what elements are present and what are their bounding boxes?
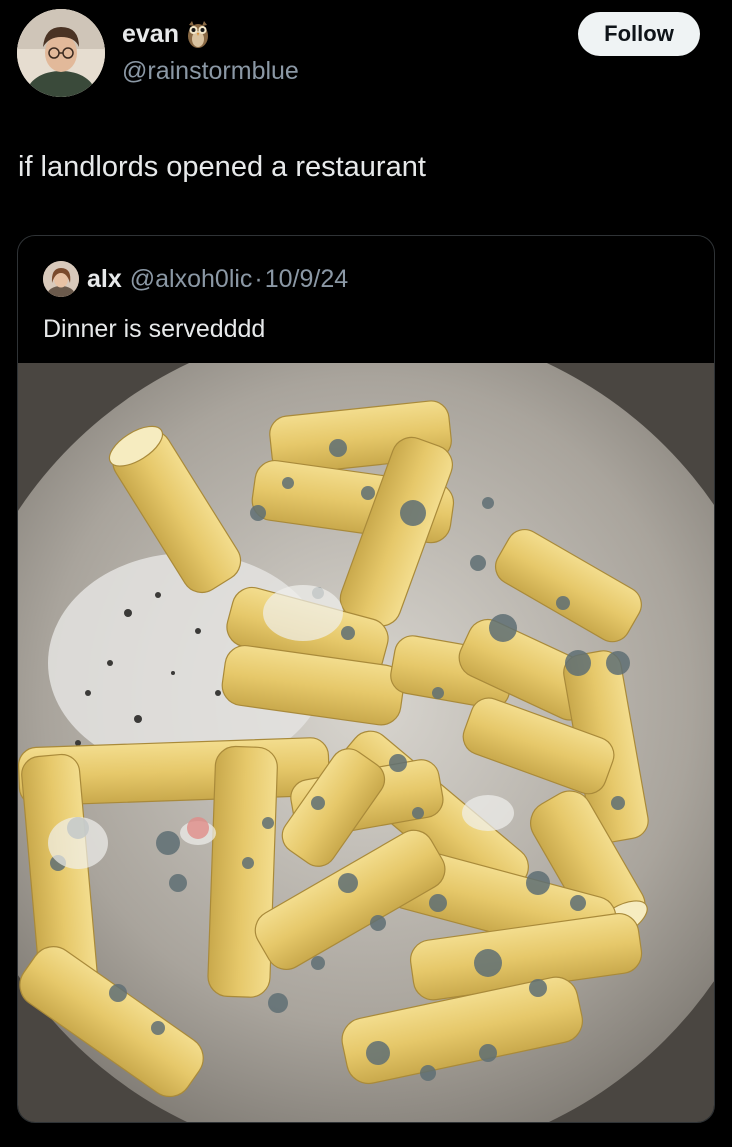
quoted-tweet-photo[interactable] xyxy=(18,363,714,1122)
owl-icon xyxy=(185,19,211,49)
separator-dot: · xyxy=(254,264,263,293)
quoted-tweet-date[interactable]: 10/9/24 xyxy=(265,265,348,294)
follow-button[interactable]: Follow xyxy=(578,12,700,56)
quoted-author-handle[interactable]: @alxoh0lic xyxy=(130,265,253,294)
tweet-text: if landlords opened a restaurant xyxy=(18,151,426,183)
author-avatar[interactable] xyxy=(17,9,105,97)
moldy-pasta-photo xyxy=(18,363,714,1122)
author-display-name[interactable]: evan xyxy=(122,19,211,49)
quoted-tweet-header: alx @alxoh0lic · 10/9/24 xyxy=(43,261,348,297)
author-handle[interactable]: @rainstormblue xyxy=(122,57,299,86)
quoted-tweet-card[interactable]: alx @alxoh0lic · 10/9/24 Dinner is servedd… xyxy=(17,235,715,1123)
author-name-text[interactable]: evan xyxy=(122,20,179,49)
quoted-author-avatar[interactable] xyxy=(43,261,79,297)
quoted-author-name[interactable]: alx xyxy=(87,265,122,294)
quoted-tweet-text: Dinner is servedddd xyxy=(43,315,266,343)
